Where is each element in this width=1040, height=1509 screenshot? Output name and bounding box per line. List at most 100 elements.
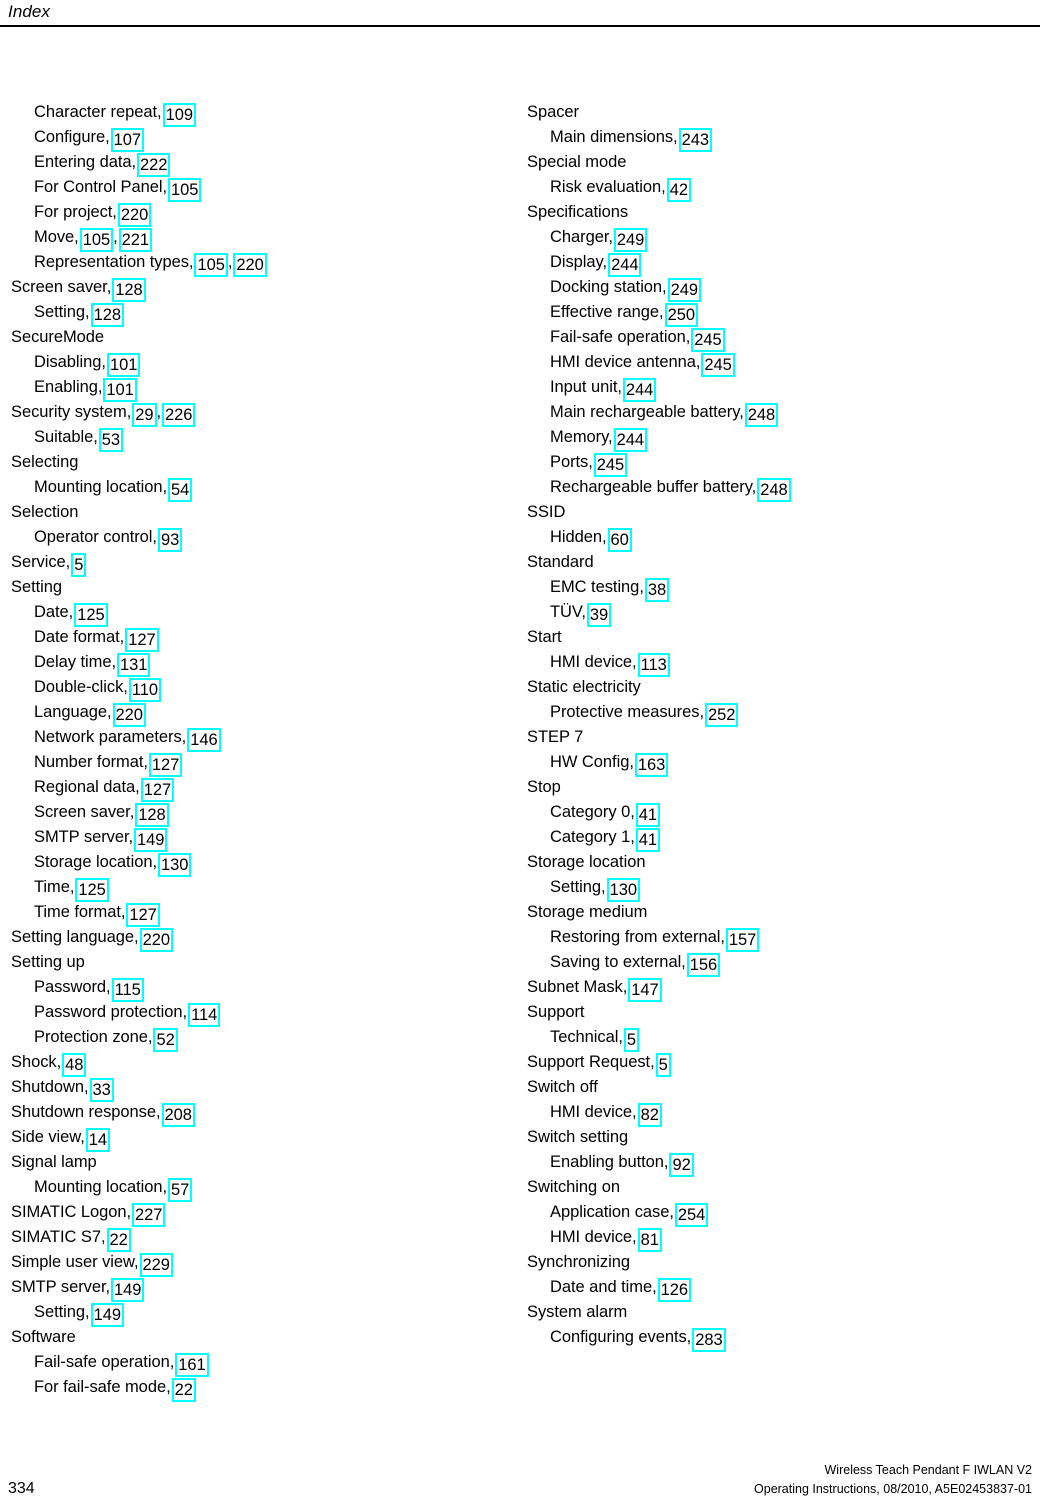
- page-reference-link[interactable]: 131: [116, 653, 151, 677]
- page-reference-link[interactable]: 156: [686, 953, 721, 977]
- index-entry: Number format, 127: [11, 750, 481, 777]
- index-entry-label: Main dimensions,: [550, 128, 678, 146]
- index-entry: STEP 7: [527, 725, 997, 750]
- page-reference-link[interactable]: 226: [162, 403, 196, 427]
- page-reference-link[interactable]: 147: [628, 978, 662, 1002]
- page-reference-link[interactable]: 249: [613, 228, 648, 252]
- index-entry: Enabling button, 92: [527, 1150, 997, 1177]
- page-reference-link[interactable]: 29: [132, 403, 157, 427]
- page-reference-link[interactable]: 149: [90, 1303, 124, 1327]
- page-reference-link[interactable]: 5: [655, 1053, 671, 1077]
- page-reference-link[interactable]: 110: [128, 678, 161, 702]
- page-reference-link[interactable]: 157: [725, 928, 760, 952]
- page-reference-link[interactable]: 81: [637, 1228, 662, 1252]
- page-reference-link[interactable]: 42: [666, 178, 691, 202]
- page-reference-link[interactable]: 130: [606, 878, 640, 902]
- page-reference-link[interactable]: 222: [137, 153, 171, 177]
- page-reference-link[interactable]: 128: [135, 803, 169, 827]
- index-entry-label: Protective measures,: [550, 703, 704, 721]
- index-entry-label: SSID: [527, 503, 566, 521]
- page-reference-link[interactable]: 130: [157, 853, 192, 877]
- page-reference-link[interactable]: 22: [171, 1378, 196, 1402]
- page-reference-link[interactable]: 113: [637, 653, 670, 677]
- page-reference-link[interactable]: 125: [75, 878, 109, 902]
- page-reference-link[interactable]: 54: [168, 478, 193, 502]
- page-reference-link[interactable]: 245: [691, 328, 725, 352]
- page-reference-link[interactable]: 39: [586, 603, 612, 627]
- page-reference-link[interactable]: 161: [175, 1353, 209, 1377]
- page-reference-link[interactable]: 128: [112, 278, 146, 302]
- page-reference-link[interactable]: 220: [112, 703, 146, 727]
- page-reference-link[interactable]: 243: [678, 128, 712, 152]
- page-reference-link[interactable]: 220: [233, 253, 267, 277]
- page-reference-link[interactable]: 127: [148, 753, 183, 777]
- page-reference-link[interactable]: 283: [692, 1328, 726, 1352]
- page-reference-link[interactable]: 248: [757, 478, 791, 502]
- page-reference-link[interactable]: 149: [111, 1278, 145, 1302]
- page-reference-link[interactable]: 229: [139, 1253, 173, 1277]
- index-entry-label: Saving to external,: [550, 953, 686, 971]
- page-reference-link[interactable]: 53: [98, 428, 124, 452]
- page-reference-link[interactable]: 101: [103, 378, 137, 402]
- index-entry-label: Switch setting: [527, 1128, 629, 1146]
- page-reference-link[interactable]: 52: [153, 1028, 178, 1052]
- index-entry: Protective measures, 252: [527, 700, 997, 727]
- index-ref-separator: ,: [156, 403, 162, 421]
- page-reference-link[interactable]: 244: [608, 253, 642, 277]
- page-reference-link[interactable]: 254: [674, 1203, 709, 1227]
- index-entry-label: EMC testing,: [550, 578, 644, 596]
- index-entry: Enabling, 101: [11, 375, 481, 402]
- page-reference-link[interactable]: 126: [657, 1278, 691, 1302]
- page-reference-link[interactable]: 60: [607, 528, 632, 552]
- page-reference-link[interactable]: 125: [74, 603, 108, 627]
- page-reference-link[interactable]: 249: [667, 278, 701, 302]
- page-reference-link[interactable]: 127: [140, 778, 175, 802]
- page-reference-link[interactable]: 250: [664, 303, 698, 327]
- page-reference-link[interactable]: 146: [187, 728, 221, 752]
- index-entry-label: Spacer: [527, 103, 579, 121]
- page-reference-link[interactable]: 220: [117, 203, 152, 227]
- page-reference-link[interactable]: 220: [139, 928, 173, 952]
- page-reference-link[interactable]: 22: [106, 1228, 131, 1252]
- page-reference-link[interactable]: 109: [162, 103, 196, 127]
- index-entry: Switch setting: [527, 1125, 997, 1150]
- index-entry-label: Charger,: [550, 228, 613, 246]
- page-reference-link[interactable]: 48: [62, 1053, 87, 1077]
- page-reference-link[interactable]: 93: [157, 528, 183, 552]
- page-reference-link[interactable]: 14: [85, 1128, 111, 1152]
- page-reference-link[interactable]: 101: [106, 353, 141, 377]
- page-reference-link[interactable]: 248: [744, 403, 779, 427]
- index-entry: Fail-safe operation, 245: [527, 325, 997, 352]
- page-reference-link[interactable]: 208: [161, 1103, 195, 1127]
- page-reference-link[interactable]: 128: [90, 303, 124, 327]
- page-reference-link[interactable]: 33: [89, 1078, 114, 1102]
- page-reference-link[interactable]: 245: [701, 353, 735, 377]
- page-reference-link[interactable]: 244: [613, 428, 647, 452]
- page-reference-link[interactable]: 41: [635, 828, 661, 852]
- page-reference-link[interactable]: 92: [669, 1153, 694, 1177]
- page-reference-link[interactable]: 245: [593, 453, 628, 477]
- page-reference-link[interactable]: 115: [111, 978, 144, 1002]
- page-reference-link[interactable]: 227: [132, 1203, 166, 1227]
- page-reference-link[interactable]: 105: [194, 253, 228, 277]
- page-reference-link[interactable]: 105: [168, 178, 202, 202]
- page-reference-link[interactable]: 5: [623, 1028, 640, 1052]
- page-reference-link[interactable]: 41: [635, 803, 661, 827]
- page-reference-link[interactable]: 149: [134, 828, 168, 852]
- page-reference-link[interactable]: 127: [125, 628, 159, 652]
- page-reference-link[interactable]: 107: [110, 128, 145, 152]
- page-reference-link[interactable]: 163: [634, 753, 669, 777]
- page-reference-link[interactable]: 105: [79, 228, 114, 252]
- index-entry: SSID: [527, 500, 997, 525]
- page-reference-link[interactable]: 244: [622, 378, 657, 402]
- page-reference-link[interactable]: 127: [126, 903, 160, 927]
- page-reference-link[interactable]: 82: [637, 1103, 662, 1127]
- page-reference-link[interactable]: 5: [71, 553, 87, 577]
- index-entry-label: HW Config,: [550, 753, 634, 771]
- page-reference-link[interactable]: 57: [168, 1178, 193, 1202]
- page-reference-link[interactable]: 221: [118, 228, 153, 252]
- page-reference-link[interactable]: 252: [704, 703, 739, 727]
- page-reference-link[interactable]: 38: [644, 578, 670, 602]
- index-entry: Move, 105, 221: [11, 225, 481, 252]
- page-reference-link[interactable]: 114: [188, 1003, 221, 1027]
